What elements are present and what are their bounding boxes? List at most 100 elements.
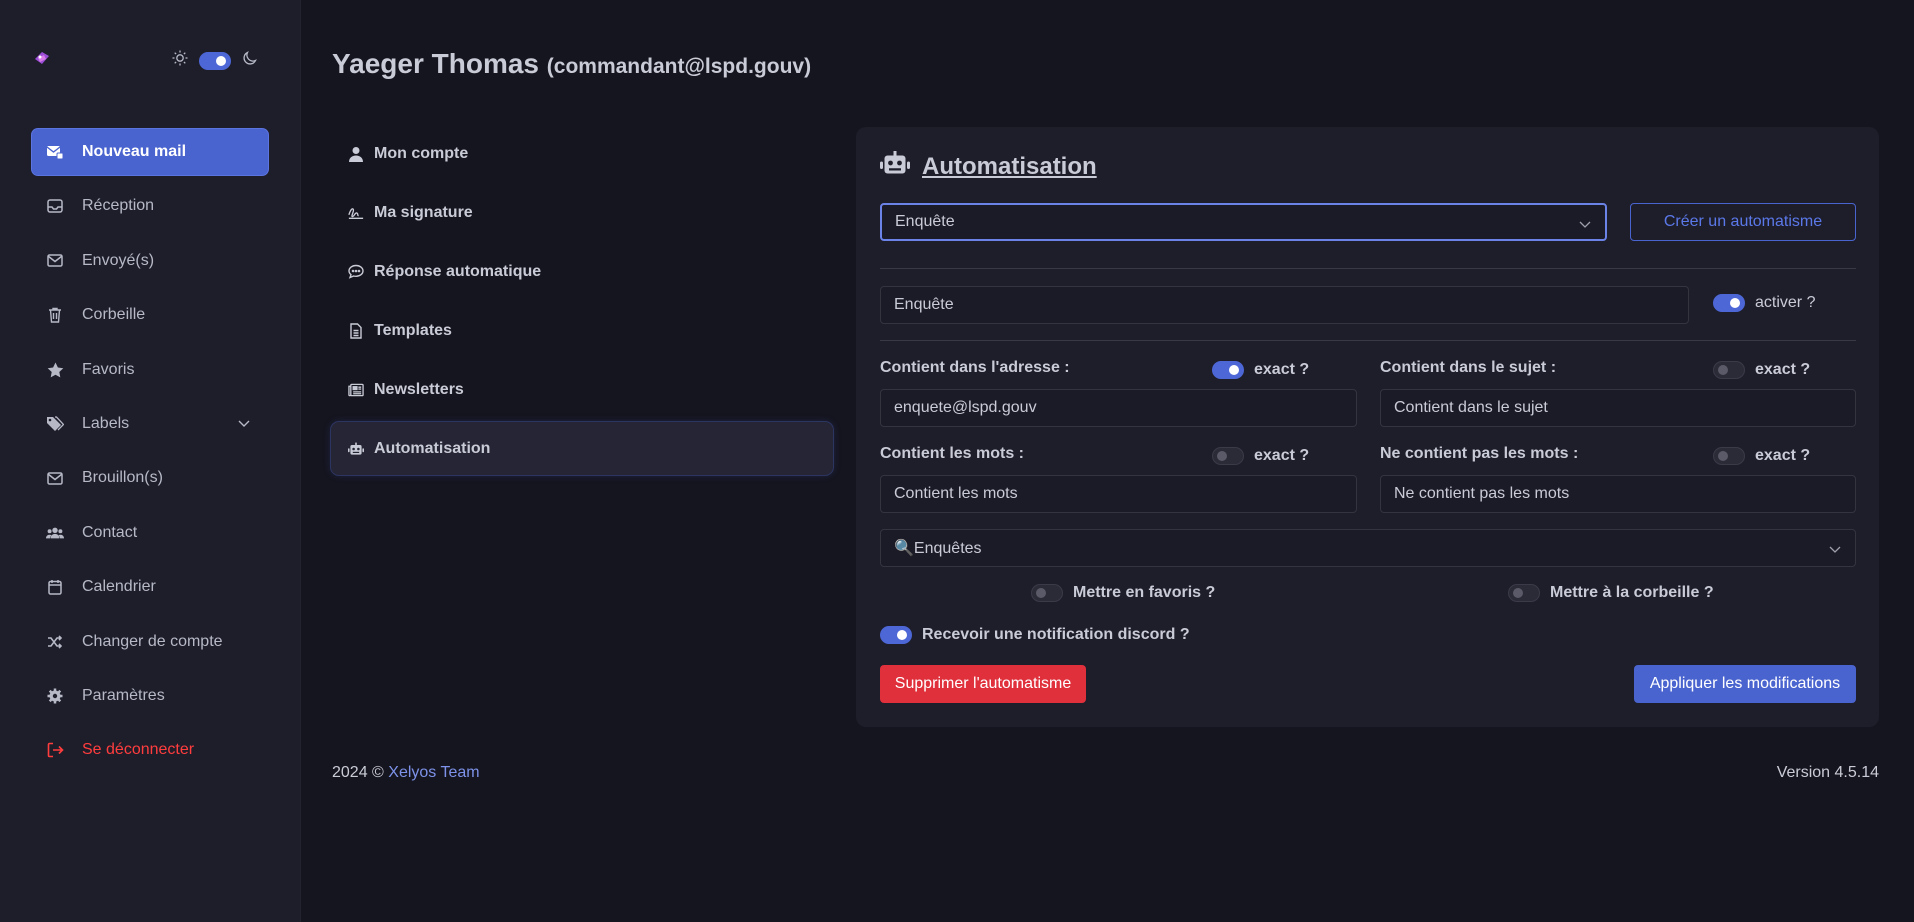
- settings-item-signature[interactable]: Ma signature: [331, 186, 833, 239]
- address-input[interactable]: enquete@lspd.gouv: [880, 389, 1357, 427]
- user-icon: [348, 146, 364, 162]
- words-label: Contient les mots :: [880, 445, 1025, 462]
- automation-name-input[interactable]: Enquête: [880, 286, 1689, 324]
- sidebar-item-switch-account[interactable]: Changer de compte: [32, 619, 268, 665]
- settings-item-label: Newsletters: [374, 380, 464, 398]
- subject-exact-toggle[interactable]: [1713, 361, 1745, 379]
- sidebar-item-settings[interactable]: Paramètres: [32, 673, 268, 719]
- settings-item-auto-reply[interactable]: Réponse automatique: [331, 245, 833, 298]
- settings-item-label: Mon compte: [374, 144, 469, 162]
- activate-toggle[interactable]: [1713, 294, 1745, 312]
- sidebar-item-inbox[interactable]: Réception: [32, 183, 268, 229]
- sidebar-item-label: Se déconnecter: [82, 741, 195, 759]
- inbox-icon: [46, 197, 64, 215]
- moon-icon: [241, 49, 259, 72]
- discord-toggle[interactable]: [880, 626, 912, 644]
- page-title: Yaeger Thomas (commandant@lspd.gouv): [332, 48, 811, 80]
- app-logo-icon[interactable]: [32, 48, 52, 68]
- automation-panel: Automatisation Enquête Créer un automati…: [856, 127, 1879, 727]
- theme-toggle[interactable]: [199, 51, 231, 70]
- users-icon: [46, 524, 64, 542]
- sidebar-item-label: Paramètres: [82, 686, 165, 704]
- not-words-exact-group: exact ?: [1713, 447, 1810, 465]
- subject-input[interactable]: Contient dans le sujet: [1380, 389, 1856, 427]
- settings-item-newsletters[interactable]: Newsletters: [331, 363, 833, 416]
- chevron-down-icon: [1829, 541, 1841, 559]
- sidebar: Nouveau mail Réception Envoyé(s) Corbeil…: [0, 0, 301, 922]
- sidebar-item-label: Contact: [82, 523, 138, 541]
- gear-icon: [46, 687, 64, 705]
- sidebar-item-label: Corbeille: [82, 306, 146, 324]
- sidebar-item-trash[interactable]: Corbeille: [32, 292, 268, 338]
- favorite-toggle-group: Mettre en favoris ?: [1031, 584, 1215, 602]
- subject-label: Contient dans le sujet :: [1380, 359, 1557, 376]
- divider: [880, 268, 1856, 269]
- sidebar-item-label: Changer de compte: [82, 632, 223, 650]
- apply-changes-button[interactable]: Appliquer les modifications: [1634, 665, 1856, 703]
- draft-icon: [46, 469, 64, 487]
- favorite-toggle[interactable]: [1031, 584, 1063, 602]
- sidebar-item-label: Réception: [82, 197, 155, 215]
- not-words-label: Ne contient pas les mots :: [1380, 445, 1579, 462]
- chevron-down-icon: [1579, 216, 1591, 234]
- settings-item-label: Ma signature: [374, 203, 473, 221]
- delete-automation-button[interactable]: Supprimer l'automatisme: [880, 665, 1086, 703]
- settings-item-label: Réponse automatique: [374, 262, 542, 280]
- sidebar-item-drafts[interactable]: Brouillon(s): [32, 455, 268, 501]
- robot-icon: [348, 441, 364, 457]
- automation-select[interactable]: Enquête: [880, 203, 1607, 241]
- settings-item-templates[interactable]: Templates: [331, 304, 833, 357]
- address-exact-group: exact ?: [1212, 361, 1309, 379]
- sun-icon: [171, 49, 189, 72]
- team-link[interactable]: Xelyos Team: [388, 764, 479, 781]
- calendar-icon: [46, 578, 64, 596]
- signature-icon: [348, 205, 364, 221]
- sidebar-item-label: Labels: [82, 414, 130, 432]
- trash-toggle[interactable]: [1508, 584, 1540, 602]
- sidebar-item-label: Favoris: [82, 360, 135, 378]
- newspaper-icon: [348, 382, 364, 398]
- not-words-input[interactable]: Ne contient pas les mots: [1380, 475, 1856, 513]
- footer-version: Version 4.5.14: [1776, 764, 1879, 781]
- sidebar-item-new-mail[interactable]: Nouveau mail: [32, 129, 268, 175]
- folder-select[interactable]: 🔍Enquêtes: [880, 529, 1856, 567]
- words-exact-toggle[interactable]: [1212, 447, 1244, 465]
- sidebar-item-label: Brouillon(s): [82, 469, 163, 487]
- sidebar-item-logout[interactable]: Se déconnecter: [32, 727, 268, 773]
- logout-icon: [46, 741, 64, 759]
- subject-exact-group: exact ?: [1713, 361, 1810, 379]
- sidebar-item-label: Nouveau mail: [82, 143, 187, 160]
- sidebar-item-sent[interactable]: Envoyé(s): [32, 238, 268, 284]
- address-label: Contient dans l'adresse :: [880, 359, 1070, 376]
- comment-icon: [348, 264, 364, 280]
- robot-icon: [880, 151, 910, 182]
- settings-item-label: Templates: [374, 321, 452, 339]
- theme-switch[interactable]: [171, 49, 259, 72]
- trash-toggle-group: Mettre à la corbeille ?: [1508, 584, 1714, 602]
- discord-toggle-group: Recevoir une notification discord ?: [880, 626, 1190, 644]
- trash-icon: [46, 306, 64, 324]
- address-exact-toggle[interactable]: [1212, 361, 1244, 379]
- footer-copyright: 2024 © Xelyos Team: [332, 764, 480, 781]
- sidebar-item-labels[interactable]: Labels: [32, 401, 268, 447]
- shuffle-icon: [46, 633, 64, 651]
- chevron-down-icon[interactable]: [238, 415, 250, 433]
- words-input[interactable]: Contient les mots: [880, 475, 1357, 513]
- not-words-exact-toggle[interactable]: [1713, 447, 1745, 465]
- activate-toggle-group: activer ?: [1713, 294, 1815, 312]
- sidebar-item-favorites[interactable]: Favoris: [32, 347, 268, 393]
- settings-item-label: Automatisation: [374, 439, 491, 457]
- automation-title: Automatisation: [880, 151, 1097, 182]
- divider: [880, 340, 1856, 341]
- words-exact-group: exact ?: [1212, 447, 1309, 465]
- sidebar-nav: Nouveau mail Réception Envoyé(s) Corbeil…: [32, 129, 268, 782]
- sidebar-item-label: Envoyé(s): [82, 251, 155, 269]
- star-icon: [46, 361, 64, 379]
- sidebar-item-calendar[interactable]: Calendrier: [32, 564, 268, 610]
- settings-item-account[interactable]: Mon compte: [331, 127, 833, 180]
- settings-menu: Mon compte Ma signature Réponse automati…: [331, 127, 833, 481]
- sidebar-item-label: Calendrier: [82, 578, 156, 596]
- create-automation-button[interactable]: Créer un automatisme: [1630, 203, 1856, 241]
- sidebar-item-contact[interactable]: Contact: [32, 510, 268, 556]
- settings-item-automation[interactable]: Automatisation: [331, 422, 833, 475]
